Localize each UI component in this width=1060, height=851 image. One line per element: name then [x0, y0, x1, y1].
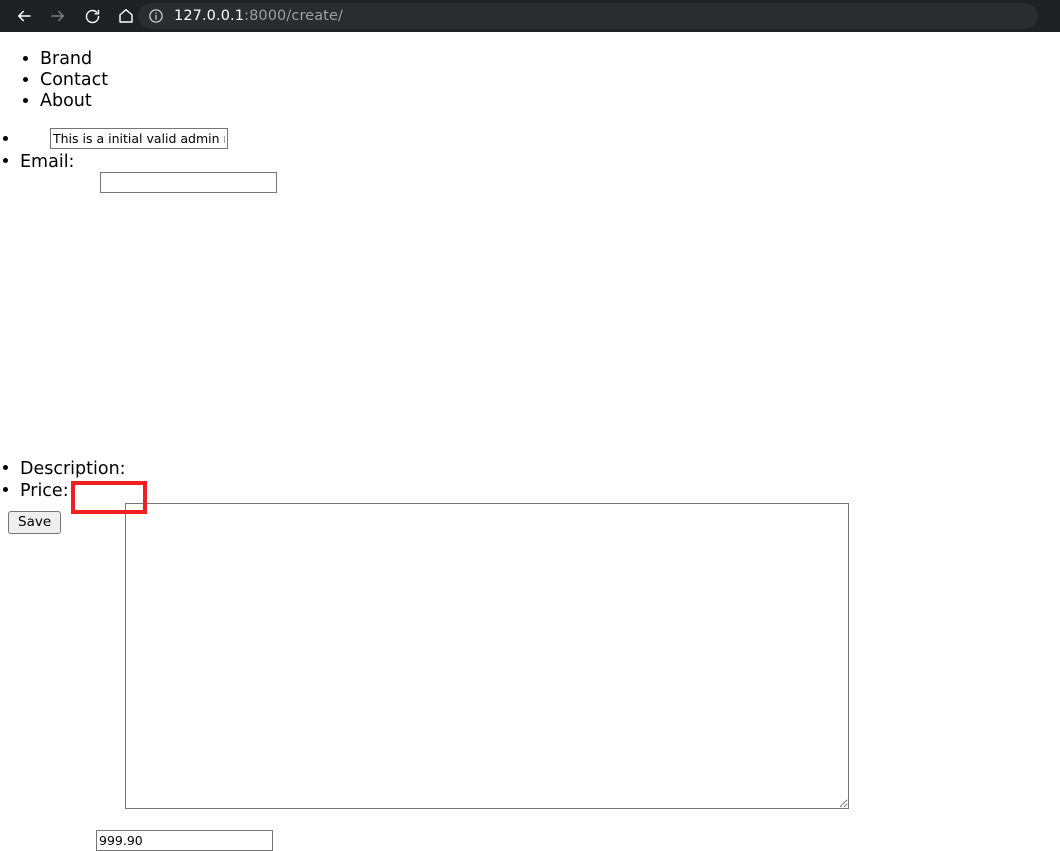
save-button[interactable]: Save	[8, 511, 62, 534]
browser-toolbar: 127.0.0.1:8000/create/	[0, 0, 1060, 32]
list-item-price: Price:	[20, 479, 273, 851]
back-arrow-icon	[15, 7, 33, 25]
back-button[interactable]	[10, 2, 38, 30]
reload-icon	[84, 8, 101, 25]
email-label: Email:	[20, 152, 75, 172]
info-circle-icon[interactable]	[148, 8, 164, 24]
list-item-email: Email:	[20, 150, 277, 193]
nav-item-contact[interactable]: Contact	[40, 70, 108, 91]
nav-item-brand[interactable]: Brand	[40, 49, 108, 70]
name-input[interactable]	[50, 128, 228, 149]
home-icon	[117, 7, 135, 25]
url-path: :8000/create/	[244, 8, 343, 24]
description-textarea[interactable]	[125, 503, 849, 809]
site-nav-list: Brand Contact About	[0, 49, 108, 112]
forward-button[interactable]	[44, 2, 72, 30]
price-label: Price:	[20, 481, 69, 501]
url-host: 127.0.0.1	[174, 8, 245, 24]
description-label: Description:	[20, 459, 126, 479]
url-text: 127.0.0.1:8000/create/	[174, 8, 343, 24]
address-bar[interactable]: 127.0.0.1:8000/create/	[138, 3, 1038, 29]
home-button[interactable]	[112, 2, 140, 30]
list-item-description: Description:	[20, 457, 849, 809]
nav-item-about[interactable]: About	[40, 91, 108, 112]
reload-button[interactable]	[78, 2, 106, 30]
page-content: Brand Contact About Email: Description: …	[0, 32, 1060, 851]
forward-arrow-icon	[49, 7, 67, 25]
price-input[interactable]	[96, 830, 273, 851]
email-input[interactable]	[100, 172, 277, 193]
